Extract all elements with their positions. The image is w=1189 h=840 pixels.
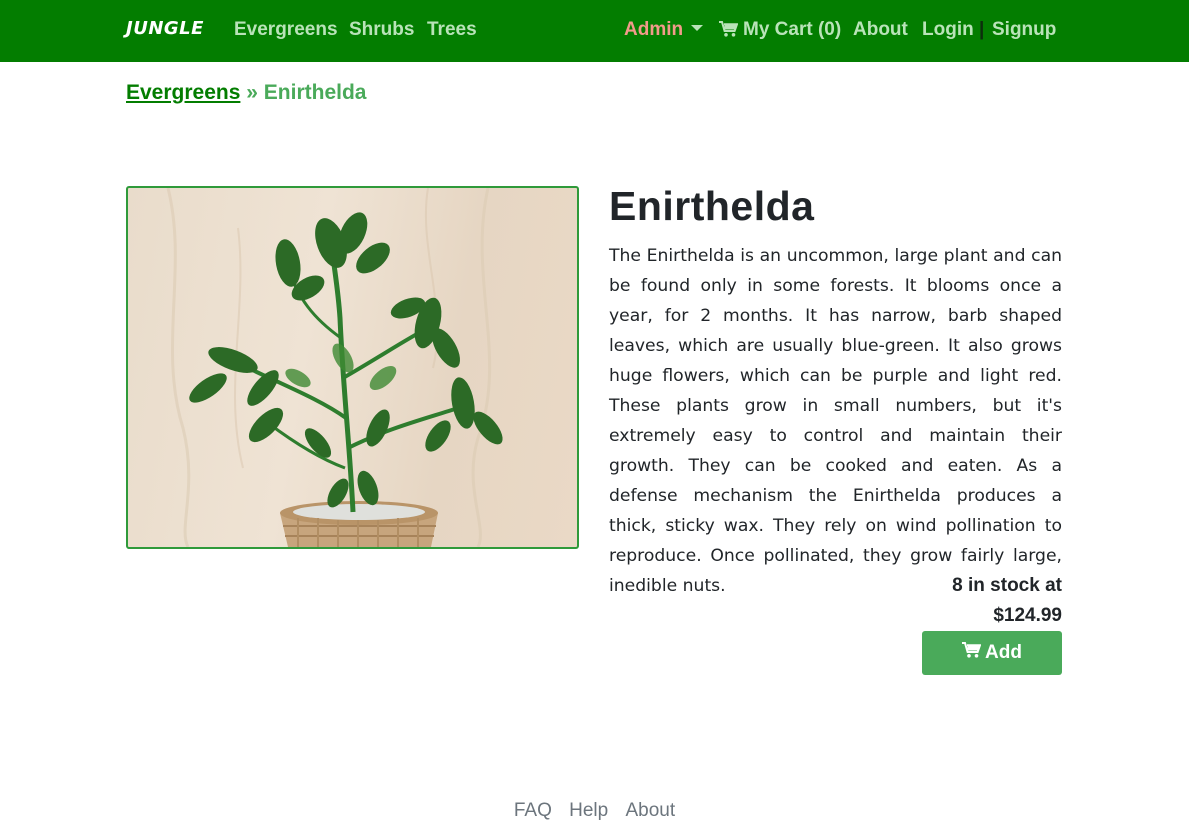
signup-link[interactable]: Signup — [992, 19, 1056, 41]
brand-logo[interactable]: JUNGLE — [126, 18, 204, 39]
my-cart-label: My Cart (0) — [743, 19, 842, 40]
add-button-label: Add — [985, 642, 1022, 663]
nav-link-trees[interactable]: Trees — [427, 19, 477, 41]
breadcrumb-separator: » — [246, 81, 258, 104]
breadcrumb-parent-link[interactable]: Evergreens — [126, 81, 240, 104]
top-navbar: JUNGLE Evergreens Shrubs Trees Admin My … — [0, 0, 1189, 62]
shopping-cart-icon — [962, 642, 982, 664]
add-to-cart-button[interactable]: Add — [922, 631, 1062, 675]
product-price: $124.99 — [993, 605, 1062, 626]
stock-price-block: 8 in stock at $124.99 — [762, 571, 1062, 631]
shopping-cart-icon — [719, 21, 739, 43]
navbar-inner: JUNGLE Evergreens Shrubs Trees Admin My … — [126, 0, 1056, 62]
potted-plant-photo — [166, 188, 503, 547]
login-link[interactable]: Login — [922, 19, 974, 41]
footer-link-about[interactable]: About — [626, 800, 676, 821]
admin-label: Admin — [624, 19, 684, 40]
product-title: Enirthelda — [609, 183, 815, 229]
nav-link-about[interactable]: About — [853, 19, 908, 41]
chevron-down-icon — [691, 25, 704, 31]
my-cart-link[interactable]: My Cart (0) — [719, 19, 841, 43]
breadcrumb: Evergreens » Enirthelda — [126, 81, 366, 105]
nav-separator: | — [979, 19, 985, 40]
footer-link-faq[interactable]: FAQ — [514, 800, 552, 821]
nav-link-evergreens[interactable]: Evergreens — [234, 19, 338, 41]
breadcrumb-current: Enirthelda — [263, 81, 367, 104]
nav-link-shrubs[interactable]: Shrubs — [349, 19, 414, 41]
footer-link-help[interactable]: Help — [569, 800, 608, 821]
admin-dropdown[interactable]: Admin — [624, 19, 704, 41]
stock-text: 8 in stock at — [952, 575, 1062, 596]
footer: FAQ Help About — [0, 800, 1189, 822]
product-description: The Enirthelda is an uncommon, large pla… — [609, 246, 1062, 596]
product-image — [126, 186, 579, 549]
